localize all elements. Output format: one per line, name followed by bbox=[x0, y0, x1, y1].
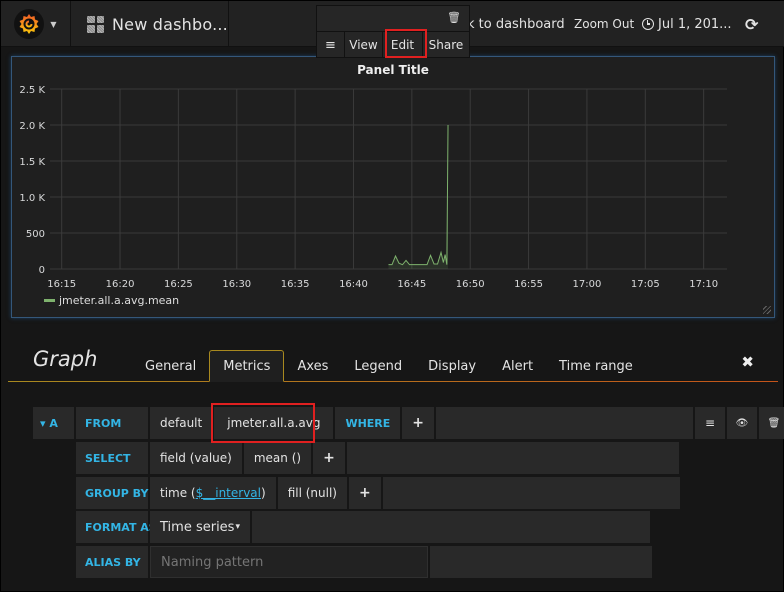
time-range-picker[interactable]: Jul 1, 201... bbox=[642, 1, 732, 47]
eye-icon[interactable]: 👁 bbox=[727, 407, 758, 439]
format-row-filler bbox=[252, 511, 650, 543]
query-row-from: ▾ A FROM default jmeter.all.a.avg WHERE … bbox=[33, 407, 784, 439]
x-tick-label: 16:15 bbox=[47, 279, 76, 290]
x-tick-label: 16:20 bbox=[106, 279, 135, 290]
query-row-alias-by: ALIAS BY bbox=[76, 546, 652, 578]
zoom-out-button[interactable]: Zoom Out bbox=[574, 1, 634, 47]
format-as-value: Time series bbox=[160, 519, 235, 535]
format-as-label: FORMAT AS bbox=[76, 511, 157, 543]
close-icon[interactable]: ✖ bbox=[741, 353, 754, 371]
alias-by-input[interactable] bbox=[150, 546, 428, 578]
resize-handle-icon[interactable] bbox=[763, 306, 771, 314]
retention-policy-select[interactable]: default bbox=[150, 407, 213, 439]
format-as-select[interactable]: Time series ▾ bbox=[150, 511, 250, 543]
group-by-label: GROUP BY bbox=[76, 477, 148, 509]
tab-axes[interactable]: Axes bbox=[284, 350, 341, 382]
x-tick-label: 16:45 bbox=[397, 279, 426, 290]
x-tick-label: 16:30 bbox=[222, 279, 251, 290]
add-where-button[interactable]: + bbox=[402, 407, 435, 439]
alias-row-filler bbox=[430, 546, 652, 578]
y-tick-label: 0 bbox=[39, 265, 45, 276]
x-tick-label: 16:55 bbox=[514, 279, 543, 290]
y-tick-label: 1.0 K bbox=[19, 193, 45, 204]
group-time-suffix: ) bbox=[261, 486, 266, 500]
grafana-window: ▼ New dashbo... k to dashboard Zoom Out … bbox=[0, 0, 784, 592]
trash-icon[interactable]: 🗑 bbox=[759, 407, 784, 439]
x-tick-label: 17:05 bbox=[631, 279, 660, 290]
query-menu-icon[interactable]: ≡ bbox=[695, 407, 726, 439]
x-tick-label: 16:35 bbox=[281, 279, 310, 290]
query-row-group-by: GROUP BY time ($__interval) fill (null) … bbox=[76, 477, 680, 509]
grafana-menu-button[interactable]: ▼ bbox=[1, 1, 71, 47]
y-tick-label: 500 bbox=[26, 229, 45, 240]
chevron-down-icon: ▾ bbox=[235, 522, 240, 532]
trash-icon[interactable]: 🗑 bbox=[447, 11, 461, 24]
edit-button[interactable]: Edit bbox=[383, 32, 423, 58]
add-group-by-button[interactable]: + bbox=[348, 477, 381, 509]
group-by-time-part[interactable]: time ($__interval) bbox=[150, 477, 276, 509]
x-tick-label: 16:40 bbox=[339, 279, 368, 290]
time-range-label: Jul 1, 201... bbox=[658, 16, 732, 32]
tab-general[interactable]: General bbox=[132, 350, 209, 382]
tab-legend[interactable]: Legend bbox=[341, 350, 415, 382]
dashboard-title-button[interactable]: New dashbo... bbox=[71, 1, 229, 47]
select-function-part[interactable]: mean () bbox=[243, 442, 312, 474]
dashboard-grid-icon bbox=[87, 15, 104, 33]
editor-title: Graph bbox=[33, 347, 98, 371]
from-label: FROM bbox=[76, 407, 148, 439]
query-row-select: SELECT field (value) mean () + bbox=[76, 442, 679, 474]
panel-menu-header: 🗑 bbox=[317, 6, 469, 32]
group-by-fill-part[interactable]: fill (null) bbox=[277, 477, 347, 509]
tab-display[interactable]: Display bbox=[415, 350, 489, 382]
chevron-down-icon: ▼ bbox=[50, 19, 57, 29]
y-tick-label: 2.5 K bbox=[19, 85, 45, 96]
graph-panel: Panel Title 0 500 1.0 K 1.5 K 2.0 K 2.5 K 16:1… bbox=[11, 56, 775, 318]
legend-label: jmeter.all.a.avg.mean bbox=[59, 294, 180, 307]
tab-metrics[interactable]: Metrics bbox=[209, 350, 285, 382]
x-tick-label: 17:00 bbox=[573, 279, 602, 290]
refresh-icon[interactable]: ⟳ bbox=[745, 1, 758, 47]
select-label: SELECT bbox=[76, 442, 148, 474]
series-line[interactable] bbox=[388, 124, 449, 266]
graph-canvas[interactable]: 0 500 1.0 K 1.5 K 2.0 K 2.5 K 16:15 16:20 16:25 1… bbox=[12, 57, 774, 317]
share-button[interactable]: Share bbox=[423, 32, 469, 58]
legend-item[interactable]: jmeter.all.a.avg.mean bbox=[44, 294, 179, 307]
editor-tabs: General Metrics Axes Legend Display Alert Time… bbox=[132, 350, 646, 382]
select-field-part[interactable]: field (value) bbox=[150, 442, 242, 474]
x-tick-label: 16:50 bbox=[456, 279, 485, 290]
measurement-select[interactable]: jmeter.all.a.avg bbox=[214, 407, 334, 439]
group-time-prefix: time ( bbox=[160, 486, 196, 500]
back-to-dashboard-link[interactable]: k to dashboard bbox=[467, 1, 565, 47]
panel-menu-actions: ≡ View Edit Share bbox=[317, 32, 469, 58]
from-row-filler bbox=[436, 407, 694, 439]
panel-menu: 🗑 ≡ View Edit Share bbox=[316, 5, 470, 58]
dashboard-title: New dashbo... bbox=[112, 14, 228, 34]
interval-variable: $__interval bbox=[195, 486, 261, 500]
hamburger-menu-icon[interactable]: ≡ bbox=[317, 32, 345, 58]
query-row-format-as: FORMAT AS Time series ▾ bbox=[76, 511, 650, 543]
view-button[interactable]: View bbox=[345, 32, 383, 58]
group-by-row-filler bbox=[382, 477, 680, 509]
alias-by-label: ALIAS BY bbox=[76, 546, 148, 578]
y-tick-label: 1.5 K bbox=[19, 157, 45, 168]
add-select-button[interactable]: + bbox=[313, 442, 345, 474]
editor-header: Graph General Metrics Axes Legend Display Ale… bbox=[8, 339, 778, 382]
tab-alert[interactable]: Alert bbox=[489, 350, 546, 382]
query-ref-toggle[interactable]: ▾ A bbox=[33, 407, 74, 439]
select-row-filler bbox=[346, 442, 679, 474]
x-tick-label: 16:25 bbox=[164, 279, 193, 290]
grafana-logo-icon bbox=[14, 9, 45, 39]
where-label: WHERE bbox=[335, 407, 401, 439]
y-tick-label: 2.0 K bbox=[19, 121, 45, 132]
legend-color-swatch bbox=[44, 299, 55, 302]
x-tick-label: 17:10 bbox=[689, 279, 718, 290]
clock-icon bbox=[642, 18, 654, 30]
tab-time-range[interactable]: Time range bbox=[546, 350, 646, 382]
